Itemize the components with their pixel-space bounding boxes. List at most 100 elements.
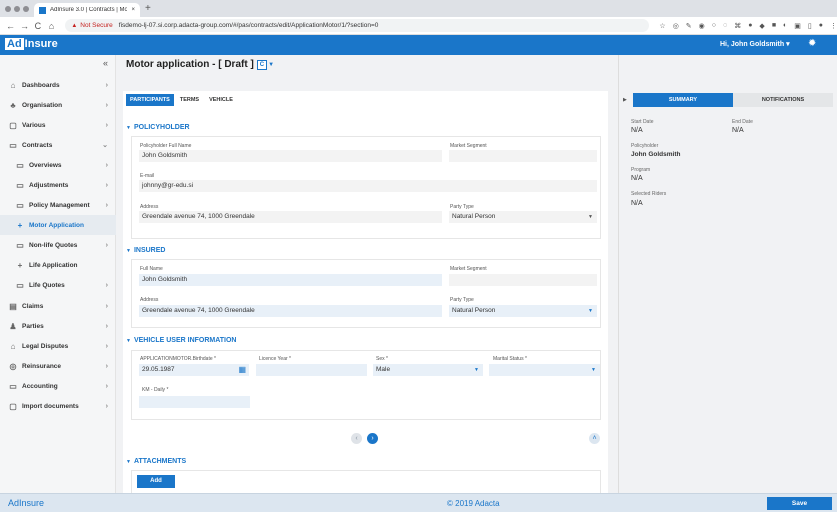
folder-icon: ▭ — [16, 180, 24, 190]
folder-icon: ▭ — [16, 240, 24, 250]
extension-icon[interactable]: ◌ — [723, 22, 727, 30]
sidebar-item-dashboards[interactable]: ⌂ Dashboards › — [0, 75, 116, 95]
policyholder-card: Policyholder Full Name John Goldsmith Ma… — [131, 136, 601, 239]
collapse-sidebar-icon[interactable]: « — [103, 58, 108, 68]
app-logo[interactable]: Ad Insure — [5, 38, 58, 50]
window-minimize-button[interactable] — [14, 6, 20, 12]
extension-icon[interactable]: ◐ — [783, 22, 787, 30]
sidebar-item-motor-application[interactable]: + Motor Application — [0, 215, 116, 235]
policyholder-section-header[interactable]: POLICYHOLDER — [126, 124, 190, 131]
tab-participants[interactable]: PARTICIPANTS — [126, 94, 174, 106]
chevron-down-icon[interactable]: ▼ — [268, 62, 274, 68]
next-page-button[interactable]: › — [367, 433, 378, 444]
tab-summary[interactable]: SUMMARY — [633, 93, 733, 107]
claims-icon: ▤ — [9, 301, 17, 311]
policyholder-summary-value: John Goldsmith — [631, 151, 681, 158]
vehicle-user-section-header[interactable]: VEHICLE USER INFORMATION — [126, 337, 237, 344]
sidebar-item-adjustments[interactable]: ▭ Adjustments › — [0, 175, 116, 195]
insured-name-field[interactable]: John Goldsmith — [139, 274, 442, 286]
sidebar-item-organisation[interactable]: ♣ Organisation › — [0, 95, 116, 115]
end-date-value: N/A — [732, 127, 744, 134]
address-bar[interactable]: Not Secure fisdemo-lj-07.si.corp.adacta-… — [65, 19, 650, 32]
new-tab-button[interactable]: + — [145, 3, 151, 14]
plus-icon: + — [17, 220, 23, 230]
profile-icon[interactable]: ● — [819, 22, 823, 30]
address-field[interactable]: Greendale avenue 74, 1000 Greendale — [139, 211, 442, 223]
extension-icon[interactable]: ▣ — [794, 22, 801, 30]
add-attachment-button[interactable]: Add — [137, 475, 175, 488]
sidebar-item-claims[interactable]: ▤ Claims › — [0, 296, 116, 316]
extension-icon[interactable]: ◉ — [699, 22, 705, 30]
sidebar-item-import-documents[interactable]: ▢ Import documents › — [0, 396, 116, 416]
sidebar-item-policy-management[interactable]: ▭ Policy Management › — [0, 195, 116, 215]
tab-terms[interactable]: TERMS — [176, 94, 203, 106]
save-button[interactable]: Save — [767, 497, 832, 510]
previous-page-button[interactable]: ‹ — [351, 433, 362, 444]
party-type-select[interactable]: Natural Person — [449, 211, 597, 223]
status-badge[interactable]: C — [256, 59, 268, 70]
tab-title: AdInsure 3.0 | Contracts | Mo — [50, 7, 128, 13]
user-menu[interactable]: Hi, John Goldsmith ▾ — [720, 40, 790, 48]
extension-icon[interactable]: ◎ — [673, 22, 679, 30]
licence-year-field[interactable] — [256, 364, 367, 376]
sidebar-item-overviews[interactable]: ▭ Overviews › — [0, 155, 116, 175]
sidebar-item-life-quotes[interactable]: ▭ Life Quotes › — [0, 275, 116, 295]
sex-select[interactable]: Male — [373, 364, 483, 376]
insured-section-header[interactable]: INSURED — [126, 247, 166, 254]
reinsurance-icon: ◎ — [9, 361, 17, 371]
home-icon[interactable]: ⌂ — [48, 21, 56, 31]
extension-icon[interactable]: ● — [748, 22, 752, 30]
window-maximize-button[interactable] — [23, 6, 29, 12]
sidebar-item-contracts[interactable]: ▭ Contracts ⌄ — [0, 135, 116, 155]
sidebar-item-non-life-quotes[interactable]: ▭ Non-life Quotes › — [0, 235, 116, 255]
selected-riders-value: N/A — [631, 200, 643, 207]
birthdate-field[interactable]: 29.05.1987 ▦ — [139, 364, 249, 376]
expand-panel-icon[interactable]: ▶ — [623, 97, 633, 103]
menu-icon[interactable]: ⋮ — [830, 22, 837, 30]
km-daily-field[interactable] — [139, 396, 250, 408]
tab-vehicle[interactable]: VEHICLE — [205, 94, 237, 106]
forward-icon[interactable]: → — [20, 21, 29, 31]
parties-icon: ♟ — [9, 321, 17, 331]
extension-icon[interactable]: ✎ — [686, 22, 692, 30]
reload-icon[interactable]: C — [34, 21, 42, 31]
sidebar-item-label: Various — [22, 121, 46, 129]
extension-icon[interactable]: ◆ — [759, 22, 764, 30]
sidebar-item-reinsurance[interactable]: ◎ Reinsurance › — [0, 356, 116, 376]
market-segment-field[interactable] — [449, 150, 597, 162]
tab-notifications[interactable]: NOTIFICATIONS — [733, 93, 833, 107]
email-field[interactable]: johnny@gr-edu.si — [139, 180, 597, 192]
sidebar-item-life-application[interactable]: + Life Application — [0, 255, 116, 275]
extension-icon[interactable]: ▯ — [808, 22, 812, 30]
extension-icon[interactable]: ■ — [772, 22, 776, 30]
end-date-label: End Date — [732, 119, 753, 125]
dashboard-icon: ⌂ — [10, 80, 16, 90]
sidebar-item-various[interactable]: ▢ Various › — [0, 115, 116, 135]
copyright-text: © 2019 Adacta — [447, 499, 500, 508]
sidebar-item-label: Legal Disputes — [22, 342, 69, 350]
extension-icon[interactable]: ○ — [712, 22, 716, 30]
chevron-right-icon: › — [105, 101, 108, 109]
gear-icon[interactable]: ✹ — [808, 38, 816, 49]
sidebar-item-legal-disputes[interactable]: ⌂ Legal Disputes › — [0, 336, 116, 356]
attachments-section-header[interactable]: ATTACHMENTS — [126, 458, 186, 465]
sidebar-item-label: Life Quotes — [29, 281, 65, 289]
insured-market-segment-field[interactable] — [449, 274, 597, 286]
tab-close-icon[interactable]: × — [131, 7, 135, 13]
sidebar-item-parties[interactable]: ♟ Parties › — [0, 316, 116, 336]
back-icon[interactable]: ← — [6, 21, 15, 31]
insured-address-field[interactable]: Greendale avenue 74, 1000 Greendale — [139, 305, 442, 317]
insured-party-type-select[interactable]: Natural Person — [449, 305, 597, 317]
chevron-right-icon: › — [105, 81, 108, 89]
bookmark-star-icon[interactable]: ☆ — [659, 22, 665, 30]
scroll-up-button[interactable]: ˄ — [589, 433, 600, 444]
policyholder-name-field[interactable]: John Goldsmith — [139, 150, 442, 162]
window-close-button[interactable] — [5, 6, 11, 12]
browser-tab[interactable]: AdInsure 3.0 | Contracts | Mo × — [34, 3, 140, 17]
marital-status-select[interactable] — [489, 364, 600, 376]
sidebar-item-accounting[interactable]: ▭ Accounting › — [0, 376, 116, 396]
app-header: Ad Insure Hi, John Goldsmith ▾ ✹ — [0, 35, 837, 55]
calendar-icon[interactable]: ▦ — [238, 365, 246, 375]
not-secure-label: Not Secure — [71, 22, 113, 29]
extension-icon[interactable]: ⌘ — [734, 22, 741, 30]
